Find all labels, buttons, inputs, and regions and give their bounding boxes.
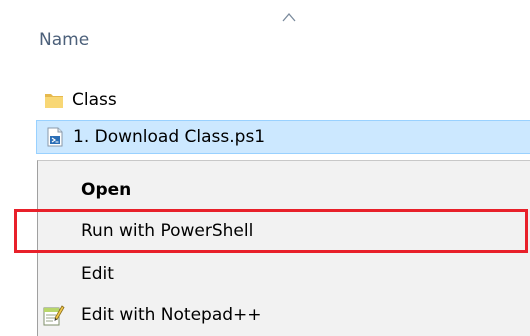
file-explorer-pane: Name Class 1. Download Class.ps1 Open Ru… [0, 0, 530, 336]
context-menu: Open Run with PowerShell Edit Edit with … [37, 160, 530, 336]
file-row-class-folder[interactable]: Class [36, 84, 530, 116]
menu-item-label: Open [81, 180, 132, 200]
notepad-plus-plus-icon [43, 305, 65, 326]
menu-item-run-with-powershell[interactable]: Run with PowerShell [38, 210, 530, 252]
menu-item-open[interactable]: Open [38, 169, 530, 211]
file-name: 1. Download Class.ps1 [73, 127, 266, 147]
menu-item-label: Edit [81, 264, 114, 284]
name-column-header[interactable]: Name [39, 30, 89, 50]
sort-ascending-icon[interactable] [282, 12, 296, 22]
menu-item-label: Edit with Notepad++ [81, 305, 262, 325]
file-row-download-class-ps1[interactable]: 1. Download Class.ps1 [36, 120, 530, 154]
powershell-script-icon [45, 127, 65, 147]
menu-item-label: Run with PowerShell [81, 221, 254, 241]
menu-item-edit-with-notepad-plus-plus[interactable]: Edit with Notepad++ [38, 294, 530, 336]
file-name: Class [72, 90, 117, 110]
menu-item-edit[interactable]: Edit [38, 253, 530, 295]
folder-icon [44, 90, 64, 110]
